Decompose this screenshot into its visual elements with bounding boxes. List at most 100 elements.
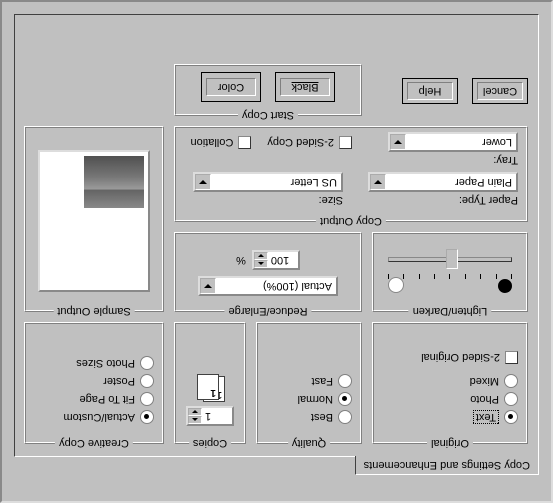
button-label: Color (206, 78, 256, 96)
copies-spinner[interactable]: 1 (186, 406, 234, 426)
group-start-copy: Start Copy Black Color (174, 64, 362, 116)
black-button[interactable]: Black (275, 72, 335, 102)
percent-suffix: % (236, 254, 246, 266)
color-button[interactable]: Color (201, 72, 261, 102)
dropdown-icon (370, 174, 386, 190)
radio-poster[interactable]: Poster (34, 374, 154, 388)
group-title-ld: Lighten/Darken (409, 305, 492, 317)
radio-icon (338, 392, 352, 406)
radio-label: Normal (298, 393, 333, 405)
radio-icon (504, 392, 518, 406)
group-copies: Copies 1 1 1 (174, 322, 246, 444)
slider-thumb[interactable] (446, 249, 458, 269)
dialog-window: Copy Settings and Enhancements Original … (0, 0, 553, 503)
paper-type-value: Plain Paper (386, 176, 516, 188)
lighten-icon (388, 277, 404, 293)
check-label: 2-Sided Original (421, 352, 500, 364)
radio-label: Fit To Page (80, 393, 135, 405)
button-label: Black (280, 78, 330, 96)
tray-value: Lower (406, 136, 516, 148)
radio-icon (140, 410, 154, 424)
radio-label: Poster (103, 375, 135, 387)
radio-normal[interactable]: Normal (266, 392, 352, 406)
group-title-re: Reduce/Enlarge (225, 305, 312, 317)
paper-type-label: Paper Type: (359, 194, 518, 206)
group-title-creative: Creative Copy (55, 437, 133, 449)
percent-value: 100 (268, 252, 298, 268)
button-label: Help (407, 82, 453, 100)
checkbox-icon (505, 351, 518, 364)
checkbox-icon (339, 136, 352, 149)
check-collation[interactable]: Collation (191, 136, 252, 149)
percent-spinner[interactable]: 100 (252, 250, 300, 270)
radio-icon (504, 410, 518, 424)
dropdown-icon (200, 278, 216, 294)
group-title-co: Copy Output (316, 215, 386, 227)
spin-up[interactable] (188, 416, 202, 424)
dropdown-icon (195, 174, 211, 190)
preset-value: Actual (100%) (216, 280, 336, 292)
group-reduce-enlarge: Reduce/Enlarge Actual (100%) 100 % (174, 232, 362, 312)
group-title-quality: Quality (288, 437, 330, 449)
size-combo[interactable]: US Letter (193, 172, 343, 192)
check-label: Collation (191, 137, 234, 149)
size-label: Size: (184, 194, 343, 206)
size-value: US Letter (211, 176, 341, 188)
radio-icon (140, 356, 154, 370)
radio-fast[interactable]: Fast (266, 374, 352, 388)
checkbox-icon (238, 136, 251, 149)
tray-label: Tray: (368, 154, 518, 166)
tray-combo[interactable]: Lower (388, 132, 518, 152)
radio-label: Photo Sizes (76, 357, 135, 369)
paper-type-combo[interactable]: Plain Paper (368, 172, 518, 192)
preset-combo[interactable]: Actual (100%) (198, 276, 338, 296)
radio-label: Photo (470, 393, 499, 405)
darken-icon (498, 279, 512, 293)
radio-label: Mixed (470, 375, 499, 387)
radio-actual-custom[interactable]: Actual/Custom (34, 410, 154, 424)
radio-best[interactable]: Best (266, 410, 352, 424)
sample-image (84, 156, 144, 208)
group-sample-output: Sample Output (24, 126, 164, 312)
group-quality: Quality Best Normal Fast (256, 322, 362, 444)
radio-fit-to-page[interactable]: Fit To Page (34, 392, 154, 406)
tab-copy-settings[interactable]: Copy Settings and Enhancements (355, 456, 539, 475)
spin-down[interactable] (188, 408, 202, 416)
spin-up[interactable] (254, 260, 268, 268)
group-title-sample: Sample Output (53, 305, 134, 317)
radio-icon (504, 374, 518, 388)
sample-preview (38, 150, 150, 292)
radio-photo[interactable]: Photo (382, 392, 518, 406)
radio-icon (140, 374, 154, 388)
radio-text[interactable]: Text (382, 410, 518, 424)
radio-label: Best (311, 411, 333, 423)
tab-label: Copy Settings and Enhancements (364, 459, 530, 471)
dropdown-icon (390, 134, 406, 150)
radio-icon (140, 392, 154, 406)
tab-panel: Original Text Photo Mixed 2-Sided Origin… (14, 14, 539, 457)
group-creative-copy: Creative Copy Actual/Custom Fit To Page … (24, 322, 164, 444)
copies-icon: 1 1 (195, 376, 225, 402)
group-copy-output: Copy Output Paper Type: Plain Paper Size… (174, 126, 528, 222)
ld-slider[interactable] (388, 249, 512, 273)
radio-photo-sizes[interactable]: Photo Sizes (34, 356, 154, 370)
group-title-copies: Copies (189, 437, 231, 449)
radio-mixed[interactable]: Mixed (382, 374, 518, 388)
radio-label: Text (473, 410, 499, 424)
group-original: Original Text Photo Mixed 2-Sided Origin… (372, 322, 528, 444)
radio-icon (338, 410, 352, 424)
check-label: 2-Sided Copy (267, 137, 334, 149)
group-lighten-darken: Lighten/Darken (372, 232, 528, 312)
cancel-button[interactable]: Cancel (472, 78, 528, 104)
check-two-sided-copy[interactable]: 2-Sided Copy (267, 136, 352, 149)
radio-label: Actual/Custom (63, 411, 135, 423)
copies-value: 1 (202, 408, 232, 424)
check-two-sided-original[interactable]: 2-Sided Original (382, 351, 518, 364)
radio-label: Fast (312, 375, 333, 387)
spin-down[interactable] (254, 252, 268, 260)
help-button[interactable]: Help (402, 78, 458, 104)
radio-icon (338, 374, 352, 388)
group-title-start: Start Copy (238, 109, 298, 121)
group-title-original: Original (427, 437, 473, 449)
button-label: Cancel (477, 82, 523, 100)
